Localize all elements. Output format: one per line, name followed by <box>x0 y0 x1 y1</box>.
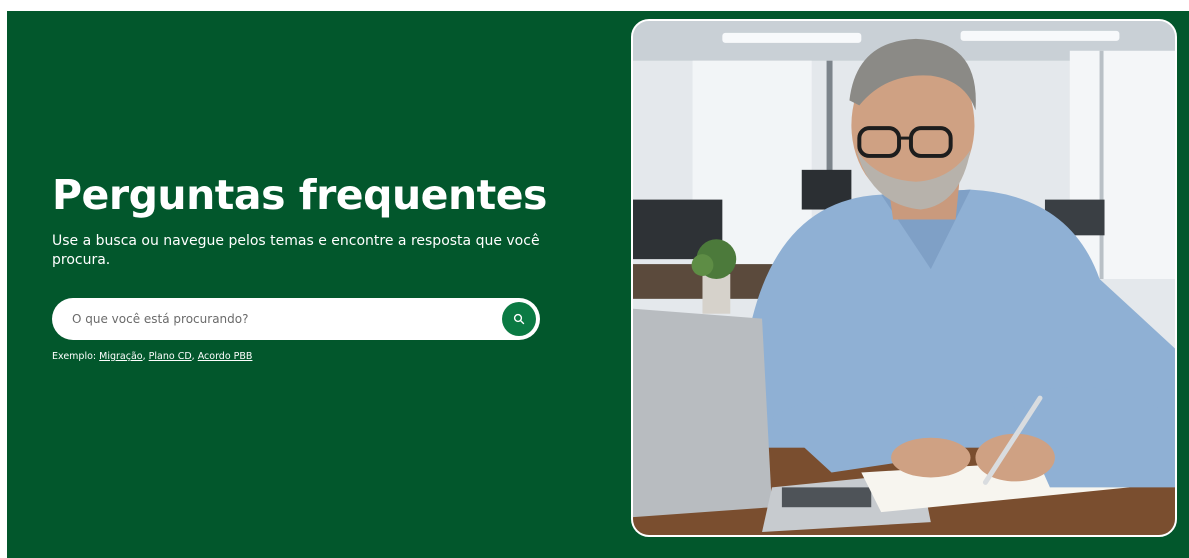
search-bar <box>52 298 540 340</box>
example-link-acordo-pbb[interactable]: Acordo PBB <box>198 351 253 362</box>
example-link-migracao[interactable]: Migração <box>99 351 142 362</box>
page-title: Perguntas frequentes <box>52 171 547 219</box>
example-link-plano-cd[interactable]: Plano CD <box>149 351 192 362</box>
hero-photo <box>631 19 1177 537</box>
search-examples: Exemplo: Migração, Plano CD, Acordo PBB <box>52 351 253 362</box>
search-input[interactable] <box>72 298 492 340</box>
search-button[interactable] <box>502 302 536 336</box>
search-icon <box>513 313 525 325</box>
page-subtitle: Use a busca ou navegue pelos temas e enc… <box>52 233 540 268</box>
office-man-illustration <box>633 21 1175 535</box>
examples-label: Exemplo: <box>52 351 97 362</box>
